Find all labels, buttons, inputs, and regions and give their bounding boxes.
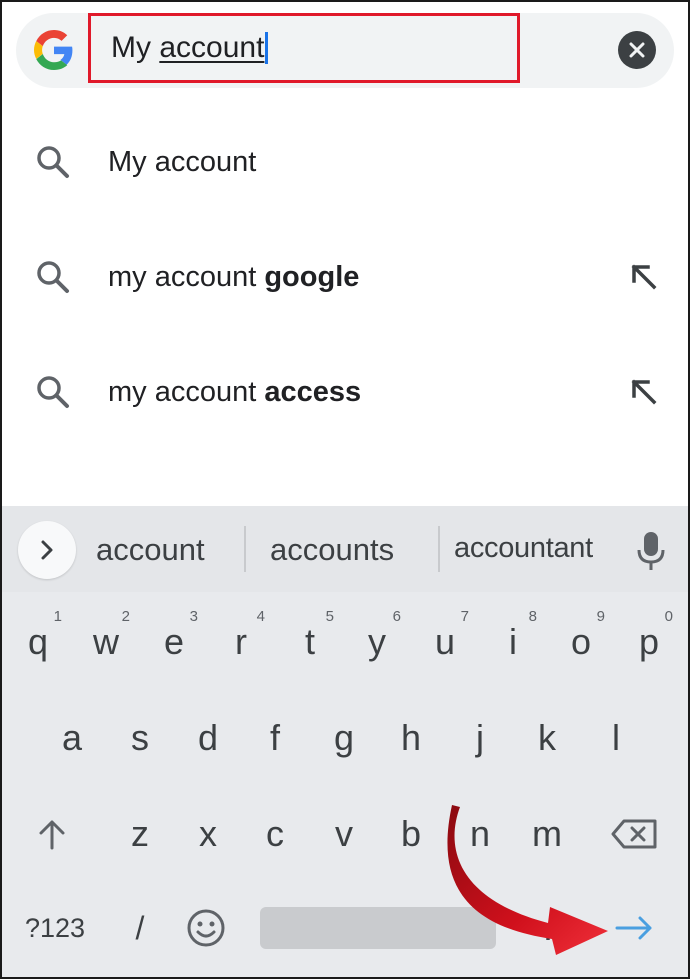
key-p[interactable]: p0 — [619, 602, 679, 682]
key-x[interactable]: x — [178, 794, 238, 874]
search-icon — [37, 376, 69, 408]
key-z[interactable]: z — [110, 794, 170, 874]
key-e[interactable]: e3 — [144, 602, 204, 682]
suggestion-text: my account google — [108, 260, 360, 293]
word-suggestion[interactable]: accounts — [270, 532, 394, 568]
google-logo-icon — [34, 30, 73, 70]
key-u[interactable]: u7 — [415, 602, 475, 682]
key-l[interactable]: l — [586, 698, 646, 778]
key-g[interactable]: g — [314, 698, 374, 778]
divider — [438, 526, 440, 572]
emoji-smiley-icon — [187, 909, 225, 947]
suggestion-item[interactable]: my account access — [0, 342, 690, 442]
suggestion-text: my account access — [108, 375, 362, 408]
key-k[interactable]: k — [517, 698, 577, 778]
slash-key[interactable]: / — [110, 888, 170, 968]
query-composing: account — [159, 31, 265, 64]
suggestion-item[interactable]: My account — [0, 112, 690, 212]
close-icon — [629, 42, 645, 58]
key-s[interactable]: s — [110, 698, 170, 778]
key-d[interactable]: d — [178, 698, 238, 778]
symbols-key[interactable]: ?123 — [10, 888, 100, 968]
key-c[interactable]: c — [245, 794, 305, 874]
shift-arrow-icon — [39, 820, 65, 850]
key-y[interactable]: y6 — [347, 602, 407, 682]
key-a[interactable]: a — [42, 698, 102, 778]
key-f[interactable]: f — [245, 698, 305, 778]
annotation-arrow-icon — [447, 805, 608, 955]
key-h[interactable]: h — [381, 698, 441, 778]
word-suggestion[interactable]: accountant — [454, 532, 593, 565]
key-w[interactable]: w2 — [76, 602, 136, 682]
key-o[interactable]: o9 — [551, 602, 611, 682]
key-i[interactable]: i8 — [483, 602, 543, 682]
chevron-right-icon — [41, 540, 53, 560]
microphone-icon[interactable] — [634, 530, 668, 572]
key-r[interactable]: r4 — [211, 602, 271, 682]
search-query-text: My account — [111, 31, 264, 65]
key-t[interactable]: t5 — [280, 602, 340, 682]
search-icon — [37, 146, 69, 178]
search-icon — [37, 261, 69, 293]
keyboard-suggestion-strip: account accounts accountant — [0, 506, 690, 592]
word-suggestion[interactable]: account — [96, 532, 205, 568]
emoji-key[interactable] — [176, 888, 236, 968]
expand-toolbar-button[interactable] — [18, 521, 76, 579]
text-cursor — [265, 32, 269, 64]
key-j[interactable]: j — [450, 698, 510, 778]
fill-query-arrow-icon[interactable] — [628, 376, 660, 408]
key-v[interactable]: v — [314, 794, 374, 874]
suggestion-text: My account — [108, 145, 257, 178]
search-bar[interactable]: My account — [16, 13, 674, 88]
divider — [244, 526, 246, 572]
shift-key[interactable] — [22, 794, 82, 874]
fill-query-arrow-icon[interactable] — [628, 261, 660, 293]
clear-search-button[interactable] — [618, 31, 656, 69]
query-plain: My — [111, 31, 160, 64]
key-q[interactable]: q1 — [8, 602, 68, 682]
suggestion-item[interactable]: my account google — [0, 227, 690, 327]
search-input[interactable]: My account — [88, 13, 520, 83]
